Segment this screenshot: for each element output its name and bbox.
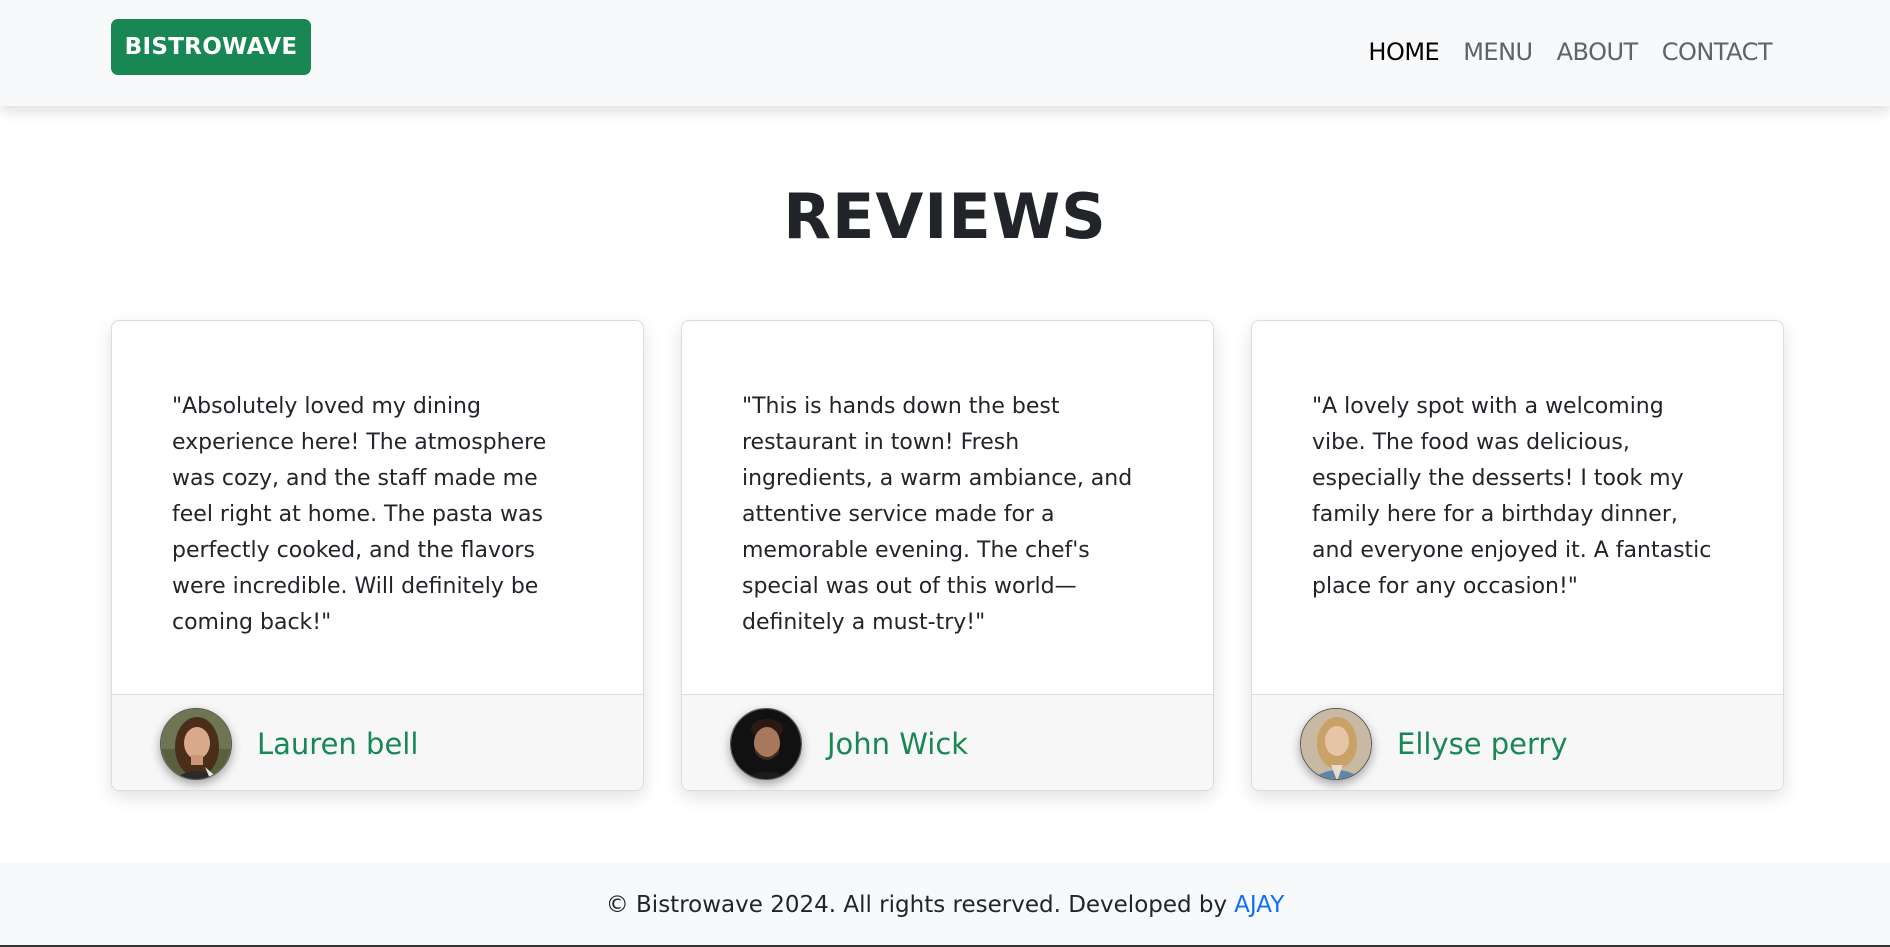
- reviewer-name: Lauren bell: [257, 726, 419, 761]
- review-quote: "A lovely spot with a welcoming vibe. Th…: [1312, 394, 1712, 599]
- review-card: "Absolutely loved my dining experience h…: [111, 320, 644, 791]
- review-card-body: "A lovely spot with a welcoming vibe. Th…: [1252, 321, 1783, 694]
- review-quote: "This is hands down the best restaurant …: [742, 394, 1133, 635]
- avatar: [160, 707, 232, 780]
- review-card-footer: John Wick: [682, 694, 1213, 790]
- reviewer-name: John Wick: [827, 726, 969, 761]
- review-cards: "Absolutely loved my dining experience h…: [111, 320, 1784, 791]
- review-quote: "Absolutely loved my dining experience h…: [172, 394, 547, 635]
- nav-link-menu[interactable]: MENU: [1463, 38, 1533, 66]
- avatar-image: [731, 708, 801, 779]
- review-card-body: "This is hands down the best restaurant …: [682, 321, 1213, 694]
- avatar-image: [1301, 708, 1371, 779]
- footer-text: © Bistrowave 2024. All rights reserved. …: [605, 892, 1228, 918]
- section-title: REVIEWS: [783, 180, 1107, 253]
- brand-logo-button[interactable]: BISTROWAVE: [111, 19, 311, 75]
- nav-link-about[interactable]: ABOUT: [1557, 38, 1639, 66]
- review-card-footer: Lauren bell: [112, 694, 643, 790]
- nav-link-contact[interactable]: CONTACT: [1662, 38, 1773, 66]
- navbar: BISTROWAVE HOME MENU ABOUT CONTACT: [0, 0, 1890, 106]
- developer-link[interactable]: AJAY: [1234, 892, 1284, 918]
- review-card-footer: Ellyse perry: [1252, 694, 1783, 790]
- avatar: [730, 707, 802, 780]
- review-card-body: "Absolutely loved my dining experience h…: [112, 321, 643, 694]
- page-footer: © Bistrowave 2024. All rights reserved. …: [0, 863, 1890, 947]
- review-card: "A lovely spot with a welcoming vibe. Th…: [1251, 320, 1784, 791]
- avatar-image: [161, 708, 231, 779]
- nav-link-home[interactable]: HOME: [1368, 38, 1439, 66]
- review-card: "This is hands down the best restaurant …: [681, 320, 1214, 791]
- reviewer-name: Ellyse perry: [1397, 726, 1568, 761]
- avatar: [1300, 707, 1372, 780]
- nav-links: HOME MENU ABOUT CONTACT: [1368, 38, 1772, 66]
